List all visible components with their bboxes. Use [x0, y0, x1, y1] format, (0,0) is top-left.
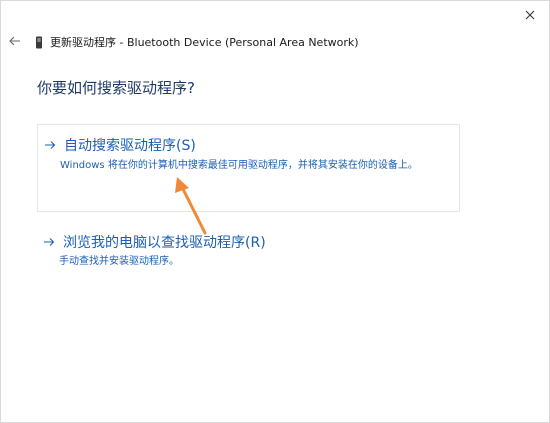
browse-description: 手动查找并安装驱动程序。	[59, 256, 179, 267]
auto-search-option[interactable]: 自动搜索驱动程序(S) Windows 将在你的计算机中搜索最佳可用驱动程序，并…	[37, 124, 460, 212]
bluetooth-device-icon	[34, 35, 44, 49]
close-button[interactable]	[517, 5, 543, 25]
browse-computer-option[interactable]: 浏览我的电脑以查找驱动程序(R) 手动查找并安装驱动程序。	[37, 230, 460, 270]
right-arrow-icon	[43, 236, 57, 248]
auto-search-title-row: 自动搜索驱动程序(S)	[44, 135, 196, 155]
auto-search-title: 自动搜索驱动程序(S)	[64, 138, 196, 154]
browse-title-row: 浏览我的电脑以查找驱动程序(R)	[43, 232, 266, 252]
update-driver-dialog: 更新驱动程序 - Bluetooth Device (Personal Area…	[0, 0, 550, 423]
dialog-title-bar: 更新驱动程序 - Bluetooth Device (Personal Area…	[34, 34, 359, 50]
auto-search-description: Windows 将在你的计算机中搜索最佳可用驱动程序，并将其安装在你的设备上。	[60, 160, 418, 171]
close-icon	[525, 10, 535, 20]
back-arrow-icon	[9, 36, 20, 46]
page-heading: 你要如何搜索驱动程序?	[37, 79, 195, 97]
browse-title: 浏览我的电脑以查找驱动程序(R)	[63, 235, 266, 251]
right-arrow-icon	[44, 139, 58, 151]
back-button[interactable]	[7, 33, 23, 49]
dialog-title: 更新驱动程序 - Bluetooth Device (Personal Area…	[50, 36, 359, 49]
